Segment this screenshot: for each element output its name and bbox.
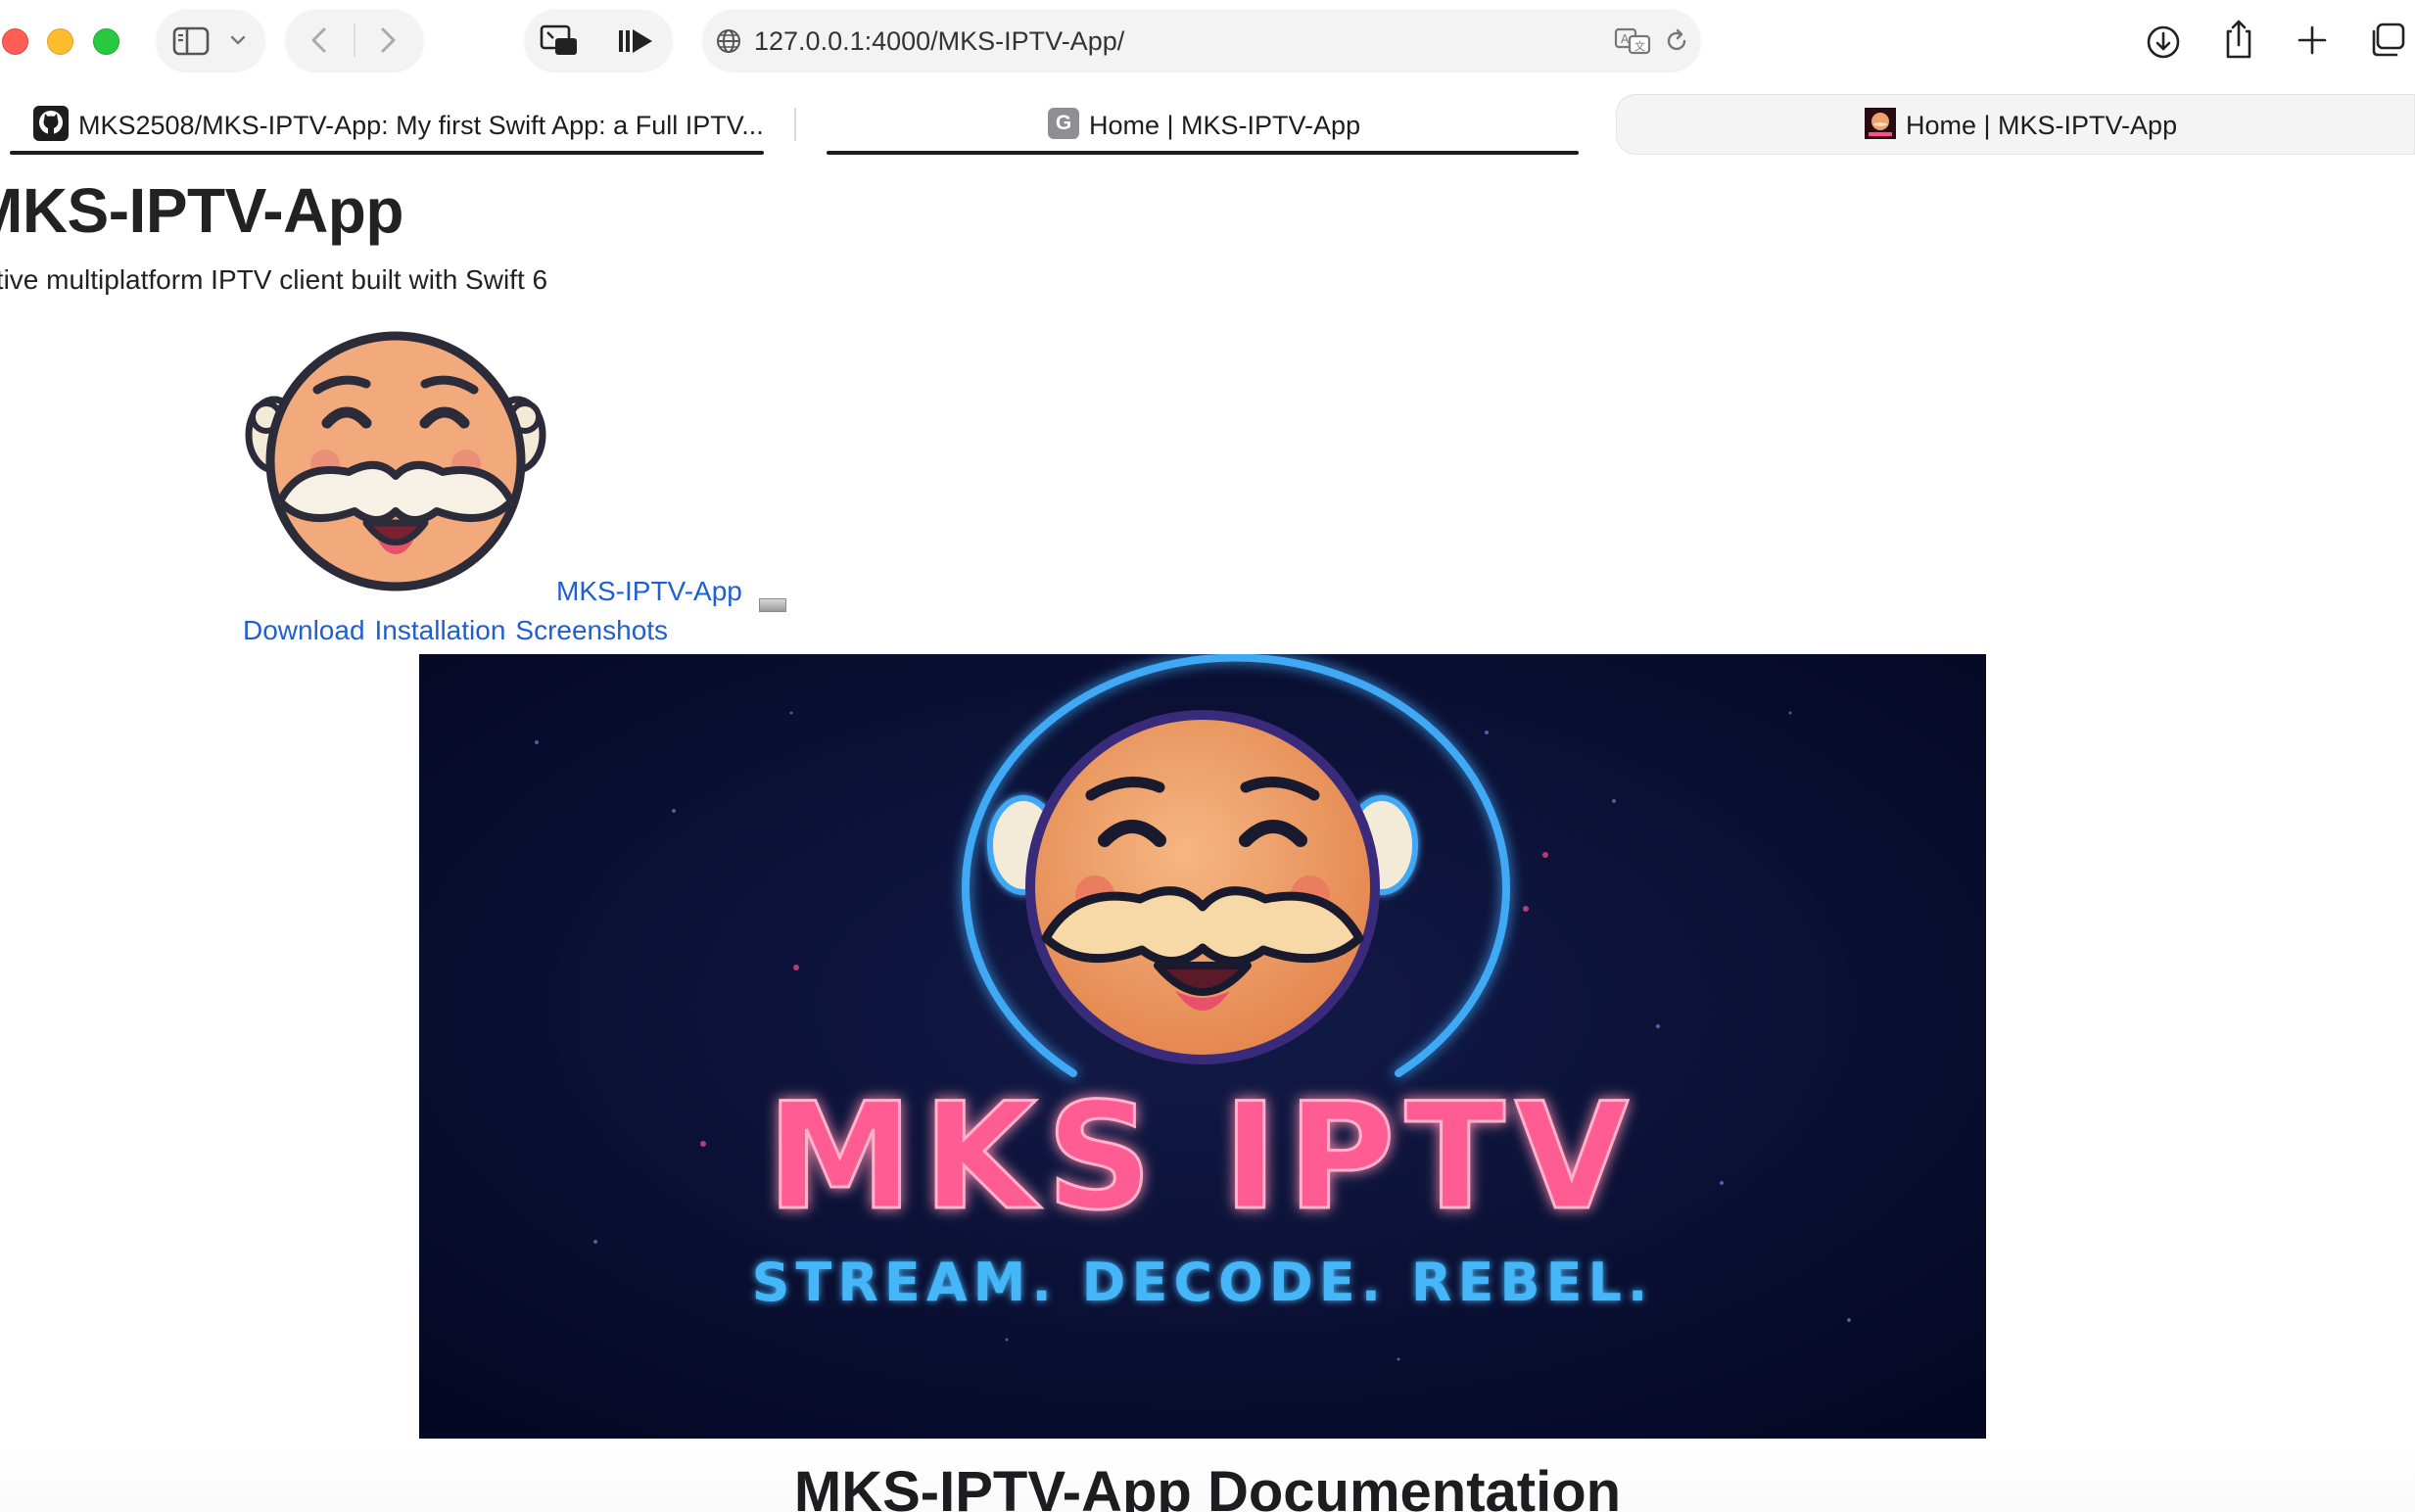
letter-g-icon: G <box>1048 108 1079 139</box>
hero-banner-art: MKS IPTV STREAM. DECODE. REBEL. <box>419 654 1986 1439</box>
documentation-heading: MKS-IPTV-App Documentation <box>793 1460 1622 1512</box>
tab-separator <box>794 108 796 141</box>
banner-tagline: STREAM. DECODE. REBEL. <box>752 1252 1654 1313</box>
navigation-group <box>286 10 423 71</box>
sidebar-icon[interactable] <box>172 25 212 57</box>
tab-label: MKS2508/MKS-IPTV-App: My first Swift App… <box>78 111 764 140</box>
repo-link[interactable]: MKS-IPTV-App <box>556 576 742 607</box>
new-tab-plus-icon[interactable] <box>2296 24 2329 57</box>
media-play-icon[interactable] <box>615 25 656 57</box>
tab-home-active[interactable]: Home | MKS-IPTV-App <box>1616 94 2415 155</box>
globe-icon <box>717 29 740 53</box>
close-window-button[interactable] <box>2 28 28 55</box>
tab-github-repo[interactable]: MKS2508/MKS-IPTV-App: My first Swift App… <box>10 94 764 155</box>
maximize-window-button[interactable] <box>93 28 119 55</box>
tab-bar: MKS2508/MKS-IPTV-App: My first Swift App… <box>0 94 2415 155</box>
url-text[interactable]: 127.0.0.1:4000/MKS-IPTV-App/ <box>754 22 1124 61</box>
site-title[interactable]: MKS-IPTV-App <box>0 174 403 247</box>
tab-loading-indicator <box>10 151 764 155</box>
svg-text:文: 文 <box>1634 39 1645 53</box>
broken-image-placeholder <box>759 598 786 612</box>
back-arrow-icon[interactable] <box>308 25 331 55</box>
doc-heading-wrap: MKS-IPTV-App Documentation <box>0 1449 2415 1512</box>
tab-label: Home | MKS-IPTV-App <box>1906 111 2178 140</box>
tab-home-g[interactable]: G Home | MKS-IPTV-App <box>827 94 1579 155</box>
github-icon <box>33 106 69 141</box>
site-nav: Download Installation Screenshots <box>243 615 678 646</box>
site-description: Native multiplatform IPTV client built w… <box>0 264 548 295</box>
tab-loading-indicator <box>827 151 1579 155</box>
svg-text:A: A <box>1621 32 1630 46</box>
mascot-logo <box>245 331 546 591</box>
mascot-favicon <box>1865 108 1896 139</box>
reload-icon[interactable] <box>1663 27 1690 55</box>
minimize-window-button[interactable] <box>47 28 73 55</box>
hero-banner: MKS IPTV STREAM. DECODE. REBEL. <box>419 654 1986 1439</box>
banner-brand: MKS IPTV <box>767 1072 1638 1243</box>
tab-label: Home | MKS-IPTV-App <box>1089 111 1361 140</box>
picture-in-picture-icon[interactable] <box>539 24 580 59</box>
browser-toolbar: A 文 127.0.0.1:4000/MKS-IPTV-App/ <box>0 0 2415 86</box>
translate-icon[interactable]: A 文 <box>1614 25 1653 57</box>
download-icon[interactable] <box>2145 24 2182 61</box>
share-icon[interactable] <box>2221 18 2256 61</box>
chevron-down-icon[interactable] <box>229 33 247 47</box>
media-group <box>525 10 672 71</box>
nav-link-screenshots[interactable]: Screenshots <box>515 615 668 645</box>
sidebar-toggle-group <box>157 10 264 71</box>
nav-divider <box>354 24 355 57</box>
tab-overview-icon[interactable] <box>2368 22 2407 59</box>
nav-link-installation[interactable]: Installation <box>375 615 506 645</box>
forward-arrow-icon[interactable] <box>376 25 400 55</box>
nav-link-download[interactable]: Download <box>243 615 365 645</box>
